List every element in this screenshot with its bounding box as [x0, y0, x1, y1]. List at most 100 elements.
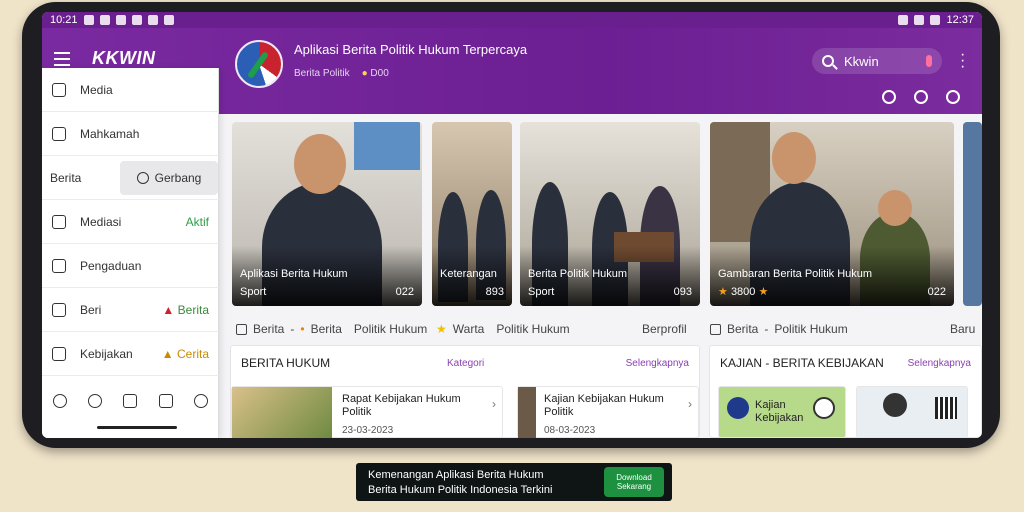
flame-icon: ▲: [161, 346, 174, 361]
sidebar-item-status: ▲ Cerita: [161, 346, 209, 361]
sidebar-item-mahkamah[interactable]: Mahkamah: [42, 112, 219, 156]
news-card[interactable]: Gambaran Berita Politik Hukum ★ 3800 ★ 0…: [710, 122, 954, 306]
sidebar-item-media[interactable]: Media: [42, 68, 219, 112]
panel-title: KAJIAN - BERITA KEBIJAKAN: [720, 356, 884, 370]
meta-left-sub: Politik Hukum: [353, 322, 428, 336]
status-time-right: 12:37: [946, 14, 974, 26]
star-icon: ★: [436, 322, 447, 336]
meta-left-tag: Berita: [253, 322, 285, 336]
card-image: [963, 122, 982, 306]
search-icon: [822, 55, 834, 67]
list-item[interactable]: Kajian Kebijakan: [718, 386, 846, 438]
bookmark-icon: [52, 82, 66, 97]
card-subtitle: Sport: [240, 286, 267, 298]
chevron-right-icon[interactable]: ›: [492, 397, 496, 411]
chevron-right-icon[interactable]: ›: [688, 397, 692, 411]
list-item[interactable]: [856, 386, 968, 438]
search-value[interactable]: Kkwin: [844, 54, 879, 69]
dot-icon: ●: [361, 68, 368, 79]
card-count: 022: [927, 286, 946, 298]
notification-icon: [99, 15, 110, 25]
list-item-title: Kajian Kebijakan Hukum Politik: [544, 393, 664, 418]
battery-icon: [930, 15, 941, 25]
checkbox-icon: [52, 214, 66, 229]
card-count: 022: [395, 286, 414, 298]
news-card[interactable]: Keterangan 893: [432, 122, 512, 306]
sidebar-bottom-icons: [42, 386, 219, 416]
panel-link-more[interactable]: Selengkapnya: [626, 358, 689, 369]
app-logo: [235, 40, 283, 88]
sidebar-item-pengaduan[interactable]: Pengaduan: [42, 244, 219, 288]
sidebar-item-beri[interactable]: Beri ▲ Berita: [42, 288, 219, 332]
list-item[interactable]: Rapat Kebijakan Hukum Politik 23-03-2023…: [231, 386, 503, 438]
panel-link-kategori[interactable]: Kategori: [447, 358, 484, 369]
list-item-title: Rapat Kebijakan Hukum Politik: [342, 393, 461, 418]
header-actions: [882, 90, 960, 104]
mic-icon[interactable]: [926, 55, 932, 67]
chip-label: Gerbang: [154, 171, 202, 185]
panel-link-more[interactable]: Selengkapnya: [908, 358, 971, 369]
home-icon: [52, 302, 66, 317]
app-screen: 10:21 12:37 KKWIN Aplikasi Berita Politi…: [42, 12, 982, 438]
sidebar-item-label: Mediasi: [80, 214, 122, 229]
sidebar-item-mediasi[interactable]: Mediasi Aktif: [42, 200, 219, 244]
meta-right-date: Berprofil: [642, 322, 687, 336]
hamburger-menu-icon[interactable]: [54, 52, 70, 66]
sidebar-item-kebijakan[interactable]: Kebijakan ▲ Cerita: [42, 332, 219, 376]
alarm-icon[interactable]: [914, 90, 928, 104]
document-icon: [52, 346, 66, 361]
news-card-partial[interactable]: [963, 122, 982, 306]
sidebar-item-label: Beri: [80, 302, 102, 317]
sidebar-item-status: ▲ Berita: [162, 302, 209, 317]
ad-download-button[interactable]: Download Sekarang: [604, 467, 664, 497]
app-sub-left: Berita Politik: [294, 68, 350, 79]
search-box[interactable]: Kkwin: [812, 48, 942, 74]
clock-icon[interactable]: [882, 90, 896, 104]
qr-code-icon: [935, 397, 957, 419]
badge-logo-icon: [727, 397, 749, 419]
card-image-head: [294, 134, 346, 194]
meta-mid-sub: Politik Hukum: [496, 322, 570, 336]
avatar: [883, 393, 907, 417]
sidebar-item-label: Mahkamah: [80, 126, 140, 141]
status-bar: 10:21 12:37: [42, 12, 982, 28]
card-image-head: [772, 132, 816, 184]
sidebar-item-label: Kebijakan: [80, 346, 133, 361]
panel-kajian: KAJIAN - BERITA KEBIJAKAN Selengkapnya K…: [709, 345, 982, 438]
ad-banner[interactable]: Kemenangan Aplikasi Berita Hukum Berita …: [356, 463, 672, 501]
list-item-date: 23-03-2023: [342, 425, 394, 436]
home-icon[interactable]: [158, 394, 173, 408]
timer-icon[interactable]: [946, 90, 960, 104]
gallery-icon[interactable]: [123, 394, 138, 408]
meta-mid-label: Warta: [452, 322, 485, 336]
meta-right: Berita - Politik Hukum: [710, 322, 848, 336]
sidebar-item-label: Media: [80, 82, 113, 97]
settings-icon[interactable]: [194, 394, 209, 408]
news-card[interactable]: Aplikasi Berita Hukum Sport 022: [232, 122, 422, 306]
calendar-icon: [710, 323, 721, 335]
meta-far-right: Baru: [950, 322, 976, 336]
meta-left: Berita - • Berita Politik Hukum: [236, 322, 427, 336]
more-menu-icon[interactable]: · · ·: [960, 47, 965, 75]
card-count: 093: [673, 286, 692, 298]
brand-logo-text: KKWIN: [92, 48, 156, 68]
notification-icon: [115, 15, 126, 25]
news-card[interactable]: Berita Politik Hukum Sport 093: [520, 122, 700, 306]
card-image-head: [878, 190, 912, 226]
location-icon[interactable]: [52, 394, 67, 408]
home-indicator: [97, 426, 177, 429]
meta-right-sub: Politik Hukum: [774, 322, 848, 336]
bulb-icon[interactable]: [88, 394, 103, 408]
list-item[interactable]: Kajian Kebijakan Hukum Politik 08-03-202…: [517, 386, 699, 438]
card-image-poster: [354, 122, 420, 170]
list-item-thumb: [232, 387, 332, 438]
app-title: Aplikasi Berita Politik Hukum Terpercaya: [294, 42, 528, 57]
wifi-icon: [898, 15, 909, 25]
card-subtitle: Sport: [528, 286, 555, 298]
bookmark-icon: [52, 126, 66, 141]
sidebar-chip-gerbang[interactable]: Gerbang: [120, 161, 218, 195]
app-sub-right: D00: [370, 68, 389, 79]
separator: -: [764, 322, 769, 336]
card-title: Berita Politik Hukum: [528, 268, 628, 280]
sidebar-item-status: Aktif: [185, 214, 209, 229]
